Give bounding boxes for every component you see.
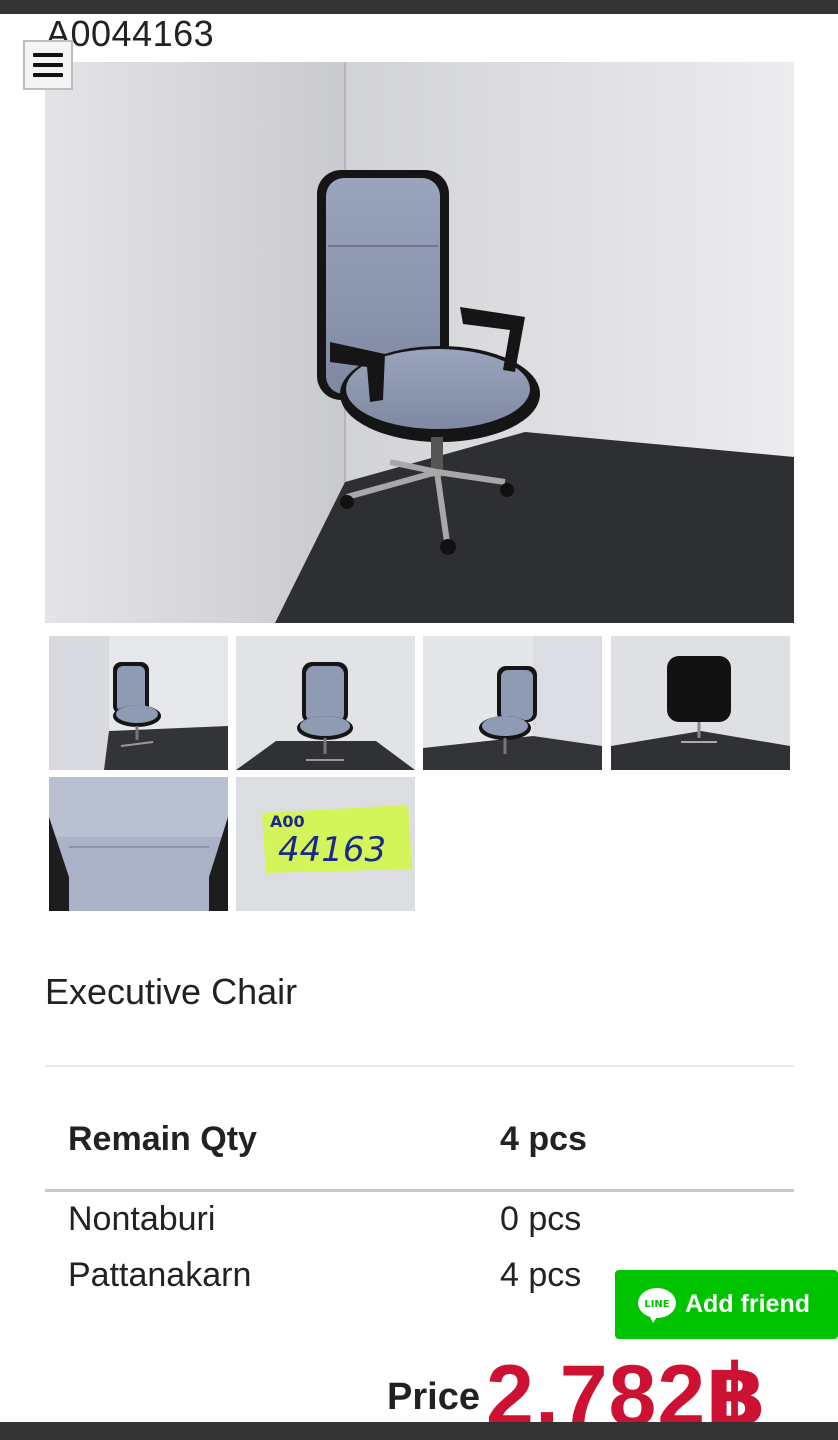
bottom-bar: [0, 1422, 838, 1440]
hamburger-icon-line: [33, 73, 63, 77]
thumbnail-photo-5[interactable]: [49, 777, 228, 911]
thumbnail-photo-4[interactable]: [611, 636, 790, 770]
tag-text-line2: 44163: [278, 830, 386, 870]
divider: [45, 1065, 794, 1067]
main-product-photo[interactable]: [45, 62, 794, 623]
branch-qty: 4 pcs: [500, 1256, 582, 1294]
top-bar: [0, 0, 838, 14]
thumbnail-photo-6[interactable]: A00 44163: [236, 777, 415, 911]
branch-name: Nontaburi: [68, 1200, 216, 1238]
branch-qty: 0 pcs: [500, 1200, 582, 1238]
table-divider: [45, 1189, 794, 1192]
table-row: Nontaburi 0 pcs: [45, 1200, 794, 1246]
hamburger-icon-line: [33, 63, 63, 67]
line-logo-icon: LINE: [637, 1287, 677, 1323]
thumbnail-photo-2[interactable]: [236, 636, 415, 770]
price-label: Price: [387, 1376, 480, 1418]
line-add-friend-button[interactable]: LINE Add friend: [615, 1270, 838, 1339]
menu-button[interactable]: [23, 40, 73, 90]
add-friend-label: Add friend: [685, 1290, 810, 1318]
remain-qty-header: Remain Qty 4 pcs: [45, 1110, 794, 1172]
product-name: Executive Chair: [45, 971, 298, 1012]
tag-text-line1: A00: [270, 812, 305, 831]
line-logo-text: LINE: [644, 1299, 669, 1310]
thumbnail-photo-3[interactable]: [423, 636, 602, 770]
hamburger-icon-line: [33, 53, 63, 57]
remain-qty-label: Remain Qty: [68, 1120, 257, 1158]
thumbnail-photo-1[interactable]: [49, 636, 228, 770]
branch-name: Pattanakarn: [68, 1256, 252, 1294]
remain-qty-value: 4 pcs: [500, 1120, 587, 1158]
